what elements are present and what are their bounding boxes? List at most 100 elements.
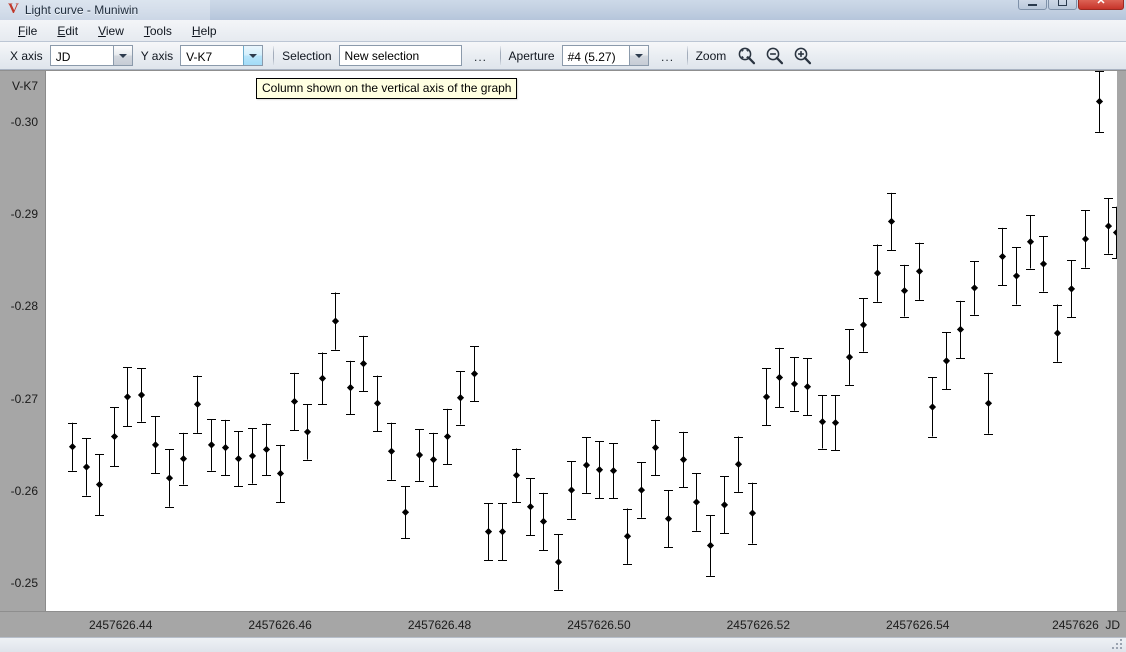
resize-grip[interactable] [1110, 637, 1124, 651]
tooltip: Column shown on the vertical axis of the… [256, 78, 518, 99]
menu-item-edit[interactable]: Edit [47, 22, 88, 40]
data-point [720, 476, 729, 534]
zoom-out-button[interactable] [761, 44, 787, 68]
data-point [748, 482, 757, 545]
data-point-marker [137, 391, 146, 399]
title-bar-left: V Light curve - Muniwin [0, 0, 138, 20]
selection-input[interactable]: New selection [338, 45, 462, 66]
data-point-marker [401, 508, 410, 516]
data-point-marker [818, 418, 827, 426]
data-point-marker [873, 269, 882, 277]
window-title: Light curve - Muniwin [24, 3, 139, 17]
data-point-marker [1053, 329, 1062, 337]
aperture-combo[interactable]: #4 (5.27) [561, 45, 649, 66]
data-point [526, 478, 535, 536]
light-curve-plot [68, 71, 1117, 591]
minimize-button[interactable] [1018, 0, 1047, 10]
data-point-marker [331, 317, 340, 325]
data-point-marker [179, 455, 188, 463]
maximize-button[interactable] [1048, 0, 1077, 10]
menu-item-tools[interactable]: Tools [134, 22, 182, 40]
menu-rest-file: ile [25, 23, 38, 38]
title-bar-background [0, 0, 1126, 20]
close-button[interactable]: ✕ [1078, 0, 1124, 10]
data-point [845, 329, 854, 386]
data-point [303, 404, 312, 461]
menu-item-view[interactable]: View [88, 22, 134, 40]
data-point-marker [207, 441, 216, 449]
data-point-marker [346, 384, 355, 392]
y-axis-combo[interactable]: V-K7 [180, 45, 264, 66]
data-point-marker [512, 471, 521, 479]
data-point-marker [762, 393, 771, 401]
data-point [998, 227, 1007, 286]
chevron-down-icon [118, 53, 127, 58]
grip-dot [1120, 639, 1122, 641]
data-point [887, 192, 896, 251]
grip-dot [1116, 643, 1118, 645]
data-point-marker [1012, 272, 1021, 280]
menu-rest-edit: dit [65, 23, 79, 38]
menu-rest-help: elp [200, 23, 217, 38]
data-point [373, 375, 382, 432]
data-point [1012, 247, 1021, 306]
data-point [68, 422, 77, 472]
data-point-marker [623, 532, 632, 540]
data-point [1053, 304, 1062, 363]
data-point-marker [82, 463, 91, 471]
menu-item-help[interactable]: Help [182, 22, 227, 40]
data-point-marker [595, 466, 604, 474]
y-tick-label: -0.29 [10, 207, 38, 222]
aperture-combo-arrow[interactable] [628, 46, 648, 65]
data-point [942, 332, 951, 390]
y-axis-combo-arrow[interactable] [243, 46, 263, 65]
data-point [595, 441, 604, 499]
menu-bar: File Edit View Tools Help [0, 20, 1126, 42]
data-point [831, 395, 840, 451]
data-point-marker [110, 432, 119, 441]
data-point-marker [1081, 235, 1090, 243]
data-point [443, 408, 452, 465]
data-point [262, 423, 271, 476]
data-point-marker [984, 399, 993, 407]
data-point-marker [262, 445, 271, 454]
data-point [859, 298, 868, 353]
selection-label: Selection [282, 48, 332, 63]
data-point-marker [692, 498, 701, 506]
data-point-marker [484, 528, 493, 536]
toolbar: X axis JD Y axis V-K7 Selection New sele… [0, 42, 1126, 70]
data-point [290, 372, 299, 431]
zoom-out-icon [766, 47, 783, 65]
data-point-marker [651, 444, 660, 452]
aperture-browse-button[interactable]: ... [657, 46, 679, 66]
data-point-marker [470, 370, 479, 378]
data-point [873, 244, 882, 303]
menu-item-file[interactable]: File [8, 22, 47, 40]
data-point [651, 419, 660, 476]
selection-browse-button[interactable]: ... [470, 46, 492, 66]
data-point [706, 515, 715, 577]
data-point [539, 492, 548, 551]
zoom-label: Zoom [695, 48, 727, 63]
x-axis-label: X axis [10, 48, 43, 63]
data-point [692, 473, 701, 532]
x-axis-combo-arrow[interactable] [112, 46, 132, 65]
y-axis-label: Y axis [140, 48, 174, 63]
data-point-marker [1067, 285, 1076, 293]
y-axis-title: V-K7 [11, 79, 38, 93]
data-point [415, 429, 424, 482]
data-point-marker [900, 287, 909, 295]
data-point [401, 486, 410, 539]
plot-right-margin [1117, 71, 1126, 611]
data-point-marker [415, 451, 424, 459]
data-point-marker [290, 397, 299, 406]
data-point [95, 454, 104, 516]
menu-rest-tools: ools [149, 23, 172, 38]
data-point-marker [845, 353, 854, 361]
data-point-marker [970, 284, 979, 292]
zoom-fit-button[interactable] [733, 44, 759, 68]
zoom-in-button[interactable] [789, 44, 815, 68]
x-axis-combo[interactable]: JD [49, 45, 133, 66]
plot-area[interactable] [45, 71, 1117, 611]
data-point-marker [915, 267, 924, 275]
